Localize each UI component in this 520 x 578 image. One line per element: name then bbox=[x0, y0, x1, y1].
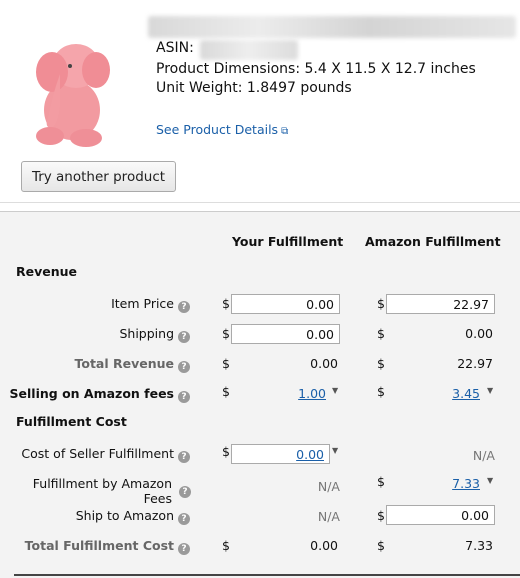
currency-symbol: $ bbox=[222, 384, 230, 399]
fee-value: 1.00 bbox=[298, 386, 326, 401]
product-dimensions: Product Dimensions: 5.4 X 11.5 X 12.7 in… bbox=[156, 61, 476, 77]
label-item-price: Item Price? bbox=[111, 296, 190, 313]
calculator-panel: Your Fulfillment Amazon Fulfillment Reve… bbox=[0, 211, 520, 578]
help-icon[interactable]: ? bbox=[178, 301, 190, 313]
amazon-item-price-input[interactable]: 22.97 bbox=[386, 294, 495, 314]
section-revenue: Revenue bbox=[16, 264, 78, 279]
amazon-seller-fulfillment-value: N/A bbox=[472, 448, 495, 463]
product-header: ASIN: Product Dimensions: 5.4 X 11.5 X 1… bbox=[0, 0, 520, 203]
currency-symbol: $ bbox=[222, 356, 230, 371]
help-icon[interactable]: ? bbox=[179, 486, 191, 498]
label-shipping: Shipping? bbox=[119, 326, 190, 343]
fee-value: 3.45 bbox=[452, 386, 480, 401]
dropdown-caret-icon[interactable]: ▼ bbox=[487, 386, 493, 395]
currency-symbol: $ bbox=[377, 296, 385, 311]
currency-symbol: $ bbox=[377, 538, 385, 553]
label-text: Fulfillment by Amazon bbox=[32, 476, 172, 491]
currency-symbol: $ bbox=[222, 326, 230, 341]
your-selling-fees-link[interactable]: 1.00 bbox=[298, 386, 326, 401]
divider bbox=[14, 574, 520, 576]
currency-symbol: $ bbox=[377, 384, 385, 399]
section-fulfillment-cost: Fulfillment Cost bbox=[16, 414, 127, 429]
label-seller-fulfillment: Cost of Seller Fulfillment? bbox=[21, 446, 190, 463]
your-ship-to-amazon-value: N/A bbox=[317, 509, 340, 524]
your-shipping-input[interactable]: 0.00 bbox=[231, 324, 340, 344]
see-product-details-link[interactable]: See Product Details ⧉ bbox=[156, 122, 288, 137]
label-total-revenue: Total Revenue? bbox=[74, 356, 190, 373]
asin-value-redacted bbox=[200, 40, 298, 60]
currency-symbol: $ bbox=[222, 296, 230, 311]
product-title-redacted bbox=[148, 16, 516, 38]
amazon-ship-to-amazon-input[interactable]: 0.00 bbox=[386, 505, 495, 525]
external-link-icon: ⧉ bbox=[281, 126, 289, 137]
your-seller-fulfillment-input[interactable]: 0.00 bbox=[231, 444, 330, 464]
details-link-label: See Product Details bbox=[156, 122, 279, 137]
currency-symbol: $ bbox=[222, 444, 230, 459]
label-selling-fees: Selling on Amazon fees? bbox=[10, 386, 190, 403]
dropdown-caret-icon[interactable]: ▼ bbox=[332, 386, 338, 395]
help-icon[interactable]: ? bbox=[178, 451, 190, 463]
product-image bbox=[36, 44, 110, 147]
amazon-fba-fees-link[interactable]: 7.33 bbox=[452, 476, 480, 491]
label-text: Cost of Seller Fulfillment bbox=[21, 446, 174, 461]
currency-symbol: $ bbox=[377, 474, 385, 489]
label-text: Ship to Amazon bbox=[75, 508, 174, 523]
label-text: Item Price bbox=[111, 296, 174, 311]
help-icon[interactable]: ? bbox=[178, 331, 190, 343]
dropdown-caret-icon[interactable]: ▼ bbox=[332, 446, 338, 455]
help-icon[interactable]: ? bbox=[178, 513, 190, 525]
label-text: Selling on Amazon fees bbox=[9, 386, 174, 401]
your-total-revenue: 0.00 bbox=[310, 356, 338, 371]
label-ship-to-amazon: Ship to Amazon? bbox=[76, 508, 190, 525]
fee-value: 7.33 bbox=[452, 476, 480, 491]
help-icon[interactable]: ? bbox=[178, 361, 190, 373]
amazon-total-revenue: 22.97 bbox=[457, 356, 493, 371]
currency-symbol: $ bbox=[222, 538, 230, 553]
try-another-product-button[interactable]: Try another product bbox=[21, 161, 176, 192]
currency-symbol: $ bbox=[377, 508, 385, 523]
currency-symbol: $ bbox=[377, 326, 385, 341]
column-header-amazon-fulfillment: Amazon Fulfillment bbox=[365, 234, 501, 249]
label-text: Shipping bbox=[119, 326, 174, 341]
your-fba-fees-value: N/A bbox=[317, 479, 340, 494]
label-text: Total Revenue bbox=[74, 356, 174, 371]
amazon-total-fulfillment: 7.33 bbox=[465, 538, 493, 553]
your-item-price-input[interactable]: 0.00 bbox=[231, 294, 340, 314]
amazon-selling-fees-link[interactable]: 3.45 bbox=[452, 386, 480, 401]
label-text: Fees bbox=[143, 491, 172, 506]
column-header-your-fulfillment: Your Fulfillment bbox=[232, 234, 344, 249]
help-icon[interactable]: ? bbox=[178, 391, 190, 403]
currency-symbol: $ bbox=[377, 356, 385, 371]
label-text: Total Fulfillment Cost bbox=[24, 538, 174, 553]
your-total-fulfillment: 0.00 bbox=[310, 538, 338, 553]
amazon-shipping-value: 0.00 bbox=[465, 326, 493, 341]
label-total-fulfillment: Total Fulfillment Cost? bbox=[25, 538, 190, 555]
dropdown-caret-icon[interactable]: ▼ bbox=[487, 476, 493, 485]
unit-weight: Unit Weight: 1.8497 pounds bbox=[156, 80, 352, 96]
asin-label: ASIN: bbox=[156, 40, 194, 56]
label-fba-fees: Fulfillment by Amazon Fees bbox=[33, 476, 172, 506]
help-icon[interactable]: ? bbox=[178, 543, 190, 555]
fulfillment-value: 0.00 bbox=[296, 447, 324, 462]
